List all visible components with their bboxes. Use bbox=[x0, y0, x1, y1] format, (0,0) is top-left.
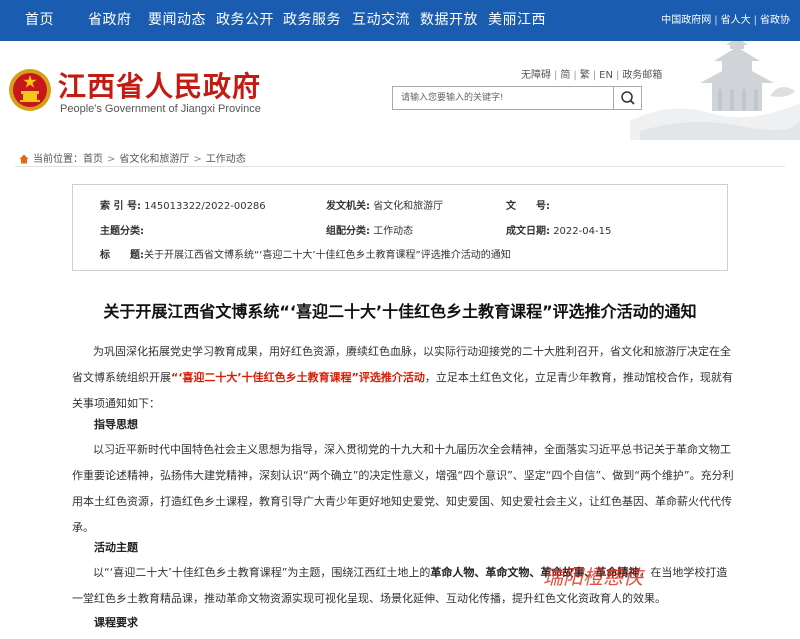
breadcrumb-separator: > bbox=[193, 154, 202, 165]
link-provincial-congress[interactable]: 省人大 bbox=[721, 15, 751, 26]
divider: | bbox=[753, 15, 757, 26]
document-title: 标 题:关于开展江西省文博系统“‘喜迎二十大’十佳红色乡土教育课程”评选推介活动… bbox=[100, 250, 511, 261]
site-title[interactable]: 江西省人民政府 bbox=[58, 65, 261, 105]
traditional-link[interactable]: 繁 bbox=[580, 70, 590, 81]
site-subtitle: People's Government of Jiangxi Province bbox=[60, 103, 261, 115]
accessibility-link[interactable]: 无障碍 bbox=[521, 70, 551, 81]
divider bbox=[15, 166, 785, 167]
divider: | bbox=[573, 70, 577, 81]
divider: | bbox=[615, 70, 620, 81]
nav-gov-affairs-open[interactable]: 政务公开 bbox=[216, 0, 274, 41]
divider: | bbox=[554, 70, 558, 81]
breadcrumb-separator: > bbox=[107, 154, 116, 165]
index-number: 索 引 号: 145013322/2022-00286 bbox=[100, 201, 266, 212]
document-number: 文 号: bbox=[506, 201, 550, 212]
section-heading: 活动主题 bbox=[94, 541, 138, 554]
nav-interaction[interactable]: 互动交流 bbox=[352, 0, 410, 41]
link-provincial-cppcc[interactable]: 省政协 bbox=[760, 15, 790, 26]
section-heading: 指导思想 bbox=[94, 418, 138, 431]
nav-provincial-gov[interactable]: 省政府 bbox=[88, 0, 132, 41]
link-china-gov[interactable]: 中国政府网 bbox=[661, 15, 711, 26]
top-nav: 首页 省政府 要闻动态 政务公开 政务服务 互动交流 数据开放 美丽江西 中国政… bbox=[0, 0, 800, 41]
issuing-authority: 发文机关: 省文化和旅游厅 bbox=[326, 201, 444, 212]
site-header: 江西省人民政府 People's Government of Jiangxi P… bbox=[0, 41, 800, 140]
divider: | bbox=[592, 70, 597, 81]
nav-data-open[interactable]: 数据开放 bbox=[420, 0, 478, 41]
search-box bbox=[392, 86, 642, 110]
search-input[interactable] bbox=[393, 87, 613, 109]
breadcrumb-dept[interactable]: 省文化和旅游厅 bbox=[119, 154, 189, 165]
nav-news[interactable]: 要闻动态 bbox=[148, 0, 206, 41]
article-paragraph: 为巩固深化拓展党史学习教育成果，用好红色资源，赓续红色血脉，以实际行动迎接党的二… bbox=[72, 345, 733, 410]
watermark-text: 瑞阳橙慈侠 bbox=[543, 565, 646, 589]
breadcrumb-home[interactable]: 首页 bbox=[83, 154, 103, 165]
breadcrumb-label: 当前位置： bbox=[33, 154, 83, 165]
nav-beautiful-jiangxi[interactable]: 美丽江西 bbox=[488, 0, 546, 41]
pavilion-illustration bbox=[630, 41, 800, 140]
divider: | bbox=[714, 15, 718, 26]
breadcrumb: 当前位置：首页 > 省文化和旅游厅 > 工作动态 bbox=[19, 150, 246, 165]
breadcrumb-work-news[interactable]: 工作动态 bbox=[206, 154, 246, 165]
nav-home[interactable]: 首页 bbox=[25, 0, 54, 41]
section-heading: 课程要求 bbox=[94, 616, 138, 629]
highlighted-activity-name: “‘喜迎二十大’十佳红色乡土教育课程”评选推介活动 bbox=[171, 371, 425, 384]
article-paragraph: 以习近平新时代中国特色社会主义思想为指导，深入贯彻党的十九大和十九届历次全会精神… bbox=[72, 443, 734, 534]
assembly-category: 组配分类: 工作动态 bbox=[326, 226, 414, 237]
home-icon bbox=[19, 154, 29, 164]
nav-gov-services[interactable]: 政务服务 bbox=[283, 0, 341, 41]
top-external-links: 中国政府网 | 省人大 | 省政协 bbox=[661, 0, 790, 41]
english-link[interactable]: EN bbox=[599, 70, 613, 81]
topic-category: 主题分类: bbox=[100, 226, 144, 237]
watermark-logo: 瑞阳橙慈侠 bbox=[543, 565, 646, 589]
document-info-box: 索 引 号: 145013322/2022-00286 发文机关: 省文化和旅游… bbox=[72, 184, 728, 271]
simplified-link[interactable]: 简 bbox=[560, 70, 570, 81]
national-emblem-icon bbox=[9, 69, 51, 111]
article-title: 关于开展江西省文博系统“‘喜迎二十大’十佳红色乡土教育课程”评选推介活动的通知 bbox=[103, 302, 697, 321]
written-date: 成文日期: 2022-04-15 bbox=[506, 226, 612, 237]
